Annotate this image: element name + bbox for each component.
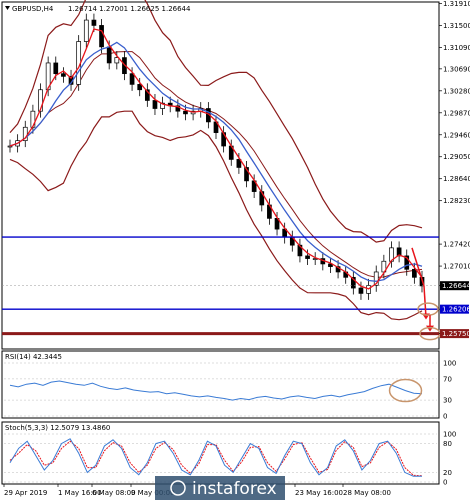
price-tick-label: 1.27420 xyxy=(443,241,470,249)
price-label: 1.26644 xyxy=(442,282,470,290)
price-tick-label: 1.29460 xyxy=(443,131,470,139)
watermark-text: instaforex xyxy=(192,479,277,499)
candle-body xyxy=(91,19,97,26)
candle-body xyxy=(358,287,364,294)
price-tick-label: 1.28230 xyxy=(443,197,470,205)
time-tick-label: 29 Apr 2019 xyxy=(4,489,47,497)
price-tick-label: 1.31910 xyxy=(443,0,470,8)
price-axis: 1.31910 1.31500 1.31090 1.30690 1.30280 1.298… xyxy=(439,0,470,339)
price-label: 1.25750 xyxy=(442,330,470,338)
candle-body xyxy=(152,100,158,109)
watermark: instaforex xyxy=(155,476,285,500)
candle-body xyxy=(412,268,417,278)
price-tick-label: 1.29870 xyxy=(443,109,470,117)
chart-ohlc: 1.26714 1.27001 1.26625 1.26644 xyxy=(68,5,191,13)
chart-symbol: GBPUSD,H4 xyxy=(12,5,54,13)
candle-body xyxy=(53,62,59,75)
candle-body xyxy=(305,255,310,259)
candle-body xyxy=(83,19,89,42)
rsi-panel xyxy=(1,350,440,419)
candle-body xyxy=(183,110,188,115)
price-label: 1.26206 xyxy=(442,306,470,314)
price-tick-label: 1.27010 xyxy=(443,263,470,271)
candle-body xyxy=(61,73,66,77)
stoch-tick-label: 100 xyxy=(443,431,456,439)
stoch-tick-label: 0 xyxy=(443,479,447,487)
price-tick-label: 1.29050 xyxy=(443,153,470,161)
rsi-tick-label: 0 xyxy=(443,413,447,421)
candle-body xyxy=(99,25,104,48)
stoch-tick-label: 80 xyxy=(443,440,452,448)
chart-canvas: 10070300 10080200 1.319101.315001.310901… xyxy=(1,0,470,500)
candle-body xyxy=(106,46,112,64)
price-tick-label: 1.30280 xyxy=(443,87,470,95)
price-tick-label: 1.28640 xyxy=(443,175,470,183)
main-panel xyxy=(1,1,440,350)
stoch-tick-label: 20 xyxy=(443,469,452,477)
time-tick-label: 28 May 08:00 xyxy=(343,489,391,497)
stoch-title: Stoch(5,3,3) 12.5079 13.4860 xyxy=(5,424,110,432)
candle-body xyxy=(129,73,135,85)
chart-root: 100 70 30 0 100 80 20 0 1.31910 1.31500 1.31090 1… xyxy=(0,0,470,500)
rsi-tick-label: 30 xyxy=(443,397,452,405)
time-tick-label: 23 May 16:00 xyxy=(295,489,343,497)
price-tick-label: 1.31090 xyxy=(443,44,470,52)
rsi-tick-label: 70 xyxy=(443,375,452,383)
price-tick-label: 1.31500 xyxy=(443,22,470,30)
time-tick-label: 6 May 08:00 xyxy=(92,489,136,497)
rsi-tick-label: 100 xyxy=(443,360,456,368)
price-tick-label: 1.30690 xyxy=(443,65,470,73)
rsi-title: RSI(14) 42.3445 xyxy=(5,353,62,361)
